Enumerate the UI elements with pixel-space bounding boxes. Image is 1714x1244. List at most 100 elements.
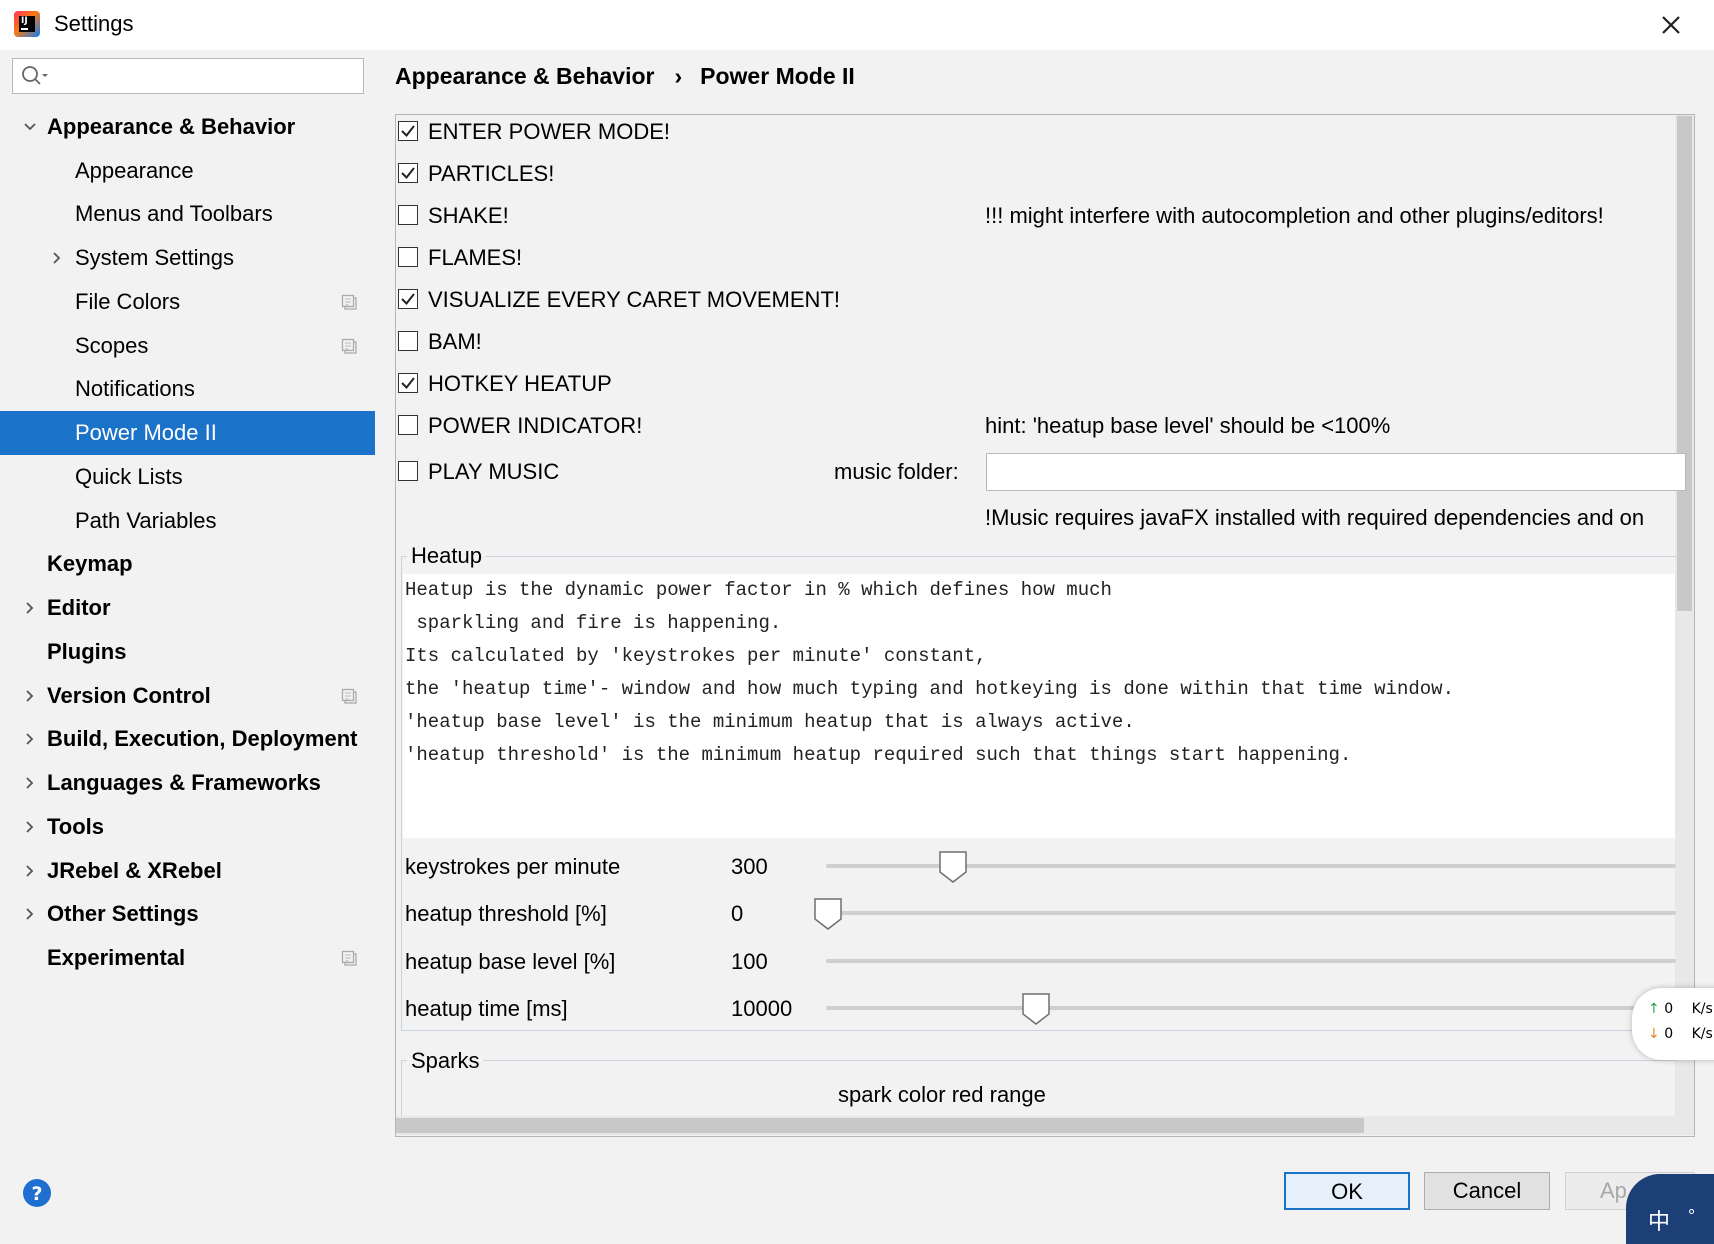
upload-value: 0: [1664, 1001, 1674, 1017]
chevron-right-icon[interactable]: [22, 863, 38, 879]
check-icon: [401, 293, 415, 306]
sidebar-item-plugins[interactable]: Plugins: [0, 630, 375, 674]
sidebar-item-editor[interactable]: Editor: [0, 586, 375, 630]
slider-track-heatup-time[interactable]: [826, 1006, 1676, 1010]
upload-unit: K/s: [1691, 1001, 1713, 1017]
project-settings-icon: [341, 688, 357, 704]
heatup-group-border: [401, 556, 402, 1030]
chevron-right-icon[interactable]: [22, 906, 38, 922]
help-icon[interactable]: ?: [22, 1178, 52, 1208]
intellij-app-icon: IJ: [14, 11, 40, 37]
sidebar-item-jrebel-xrebel[interactable]: JRebel & XRebel: [0, 849, 375, 893]
checkbox[interactable]: [398, 247, 418, 267]
heatup-description-line: 'heatup base level' is the minimum heatu…: [405, 711, 1135, 733]
slider-thumb-keystrokes[interactable]: [938, 850, 968, 884]
sidebar-item-notifications[interactable]: Notifications: [0, 367, 375, 411]
checkbox[interactable]: [398, 205, 418, 225]
project-settings-icon: [341, 338, 357, 354]
title-bar: [0, 0, 1714, 50]
checkbox[interactable]: [398, 373, 418, 393]
sidebar-item-tools[interactable]: Tools: [0, 805, 375, 849]
sidebar-item-power-mode-ii[interactable]: Power Mode II: [0, 411, 375, 455]
sidebar-item-label: JRebel & XRebel: [47, 858, 222, 883]
slider-track-base-level[interactable]: [826, 959, 1676, 963]
checkbox[interactable]: [398, 163, 418, 183]
sidebar-item-label: Languages & Frameworks: [47, 770, 321, 795]
sidebar-item-label: Quick Lists: [75, 464, 183, 489]
sidebar-item-label: System Settings: [75, 245, 234, 270]
sidebar-item-quick-lists[interactable]: Quick Lists: [0, 455, 375, 499]
heatup-description-line: 'heatup threshold' is the minimum heatup…: [405, 744, 1352, 766]
sidebar-item-label: Tools: [47, 814, 105, 839]
chevron-right-icon[interactable]: [22, 688, 38, 704]
checkbox[interactable]: [398, 121, 418, 141]
sidebar-item-file-colors[interactable]: File Colors: [0, 280, 375, 324]
option-label: ENTER POWER MODE!: [428, 119, 671, 144]
option-label: BAM!: [428, 329, 482, 354]
sidebar-item-label: Version Control: [47, 683, 211, 708]
chevron-down-icon[interactable]: [22, 119, 38, 135]
breadcrumb-parent[interactable]: Appearance & Behavior: [395, 63, 654, 89]
sidebar-item-system-settings[interactable]: System Settings: [0, 236, 375, 280]
slider-label-base-level: heatup base level [%]: [405, 949, 616, 974]
ime-character: 中: [1648, 1209, 1671, 1234]
slider-value-base-level: 100: [731, 949, 768, 974]
vertical-scrollbar-thumb[interactable]: [1677, 116, 1692, 611]
checkbox[interactable]: [398, 461, 418, 481]
heatup-description-line: Its calculated by 'keystrokes per minute…: [405, 645, 987, 667]
close-icon[interactable]: [1656, 10, 1686, 40]
sidebar-item-label: Notifications: [75, 376, 195, 401]
sidebar-item-appearance-behavior[interactable]: Appearance & Behavior: [0, 105, 375, 149]
sidebar-item-path-variables[interactable]: Path Variables: [0, 499, 375, 543]
heatup-description-line: Heatup is the dynamic power factor in % …: [405, 579, 1112, 601]
slider-thumb-threshold[interactable]: [813, 897, 843, 931]
sidebar-item-label: Keymap: [47, 551, 133, 576]
sidebar-item-version-control[interactable]: Version Control: [0, 674, 375, 718]
chevron-right-icon[interactable]: [22, 600, 38, 616]
sidebar-item-appearance[interactable]: Appearance: [0, 149, 375, 193]
sidebar-item-menus-toolbars[interactable]: Menus and Toolbars: [0, 192, 375, 236]
sidebar-item-languages-frameworks[interactable]: Languages & Frameworks: [0, 761, 375, 805]
heatup-group-title: Heatup: [407, 541, 486, 571]
option-label: VISUALIZE EVERY CARET MOVEMENT!: [428, 287, 840, 312]
sidebar-item-label: Other Settings: [47, 901, 199, 926]
chevron-right-icon[interactable]: [22, 819, 38, 835]
chevron-right-icon[interactable]: [22, 775, 38, 791]
music-requirement-note: !Music requires javaFX installed with re…: [985, 505, 1645, 530]
horizontal-scrollbar-thumb[interactable]: [396, 1118, 1364, 1133]
sidebar-item-keymap[interactable]: Keymap: [0, 542, 375, 586]
search-icon: [22, 66, 48, 85]
sidebar-item-build-execution-deployment[interactable]: Build, Execution, Deployment: [0, 717, 375, 761]
sidebar-item-scopes[interactable]: Scopes: [0, 324, 375, 368]
download-unit: K/s: [1691, 1026, 1713, 1042]
slider-thumb-heatup-time[interactable]: [1021, 992, 1051, 1026]
spark-red-range-label: spark color red range: [838, 1082, 1046, 1107]
ok-button[interactable]: OK: [1284, 1172, 1410, 1210]
checkbox[interactable]: [398, 331, 418, 351]
sidebar-item-experimental[interactable]: Experimental: [0, 936, 375, 980]
slider-track-threshold[interactable]: [826, 911, 1676, 915]
checkbox[interactable]: [398, 289, 418, 309]
ime-indicator[interactable]: 中 °: [1626, 1174, 1714, 1244]
breadcrumb-separator: ›: [674, 63, 683, 89]
sparks-group-border: [401, 1060, 1677, 1061]
user-icon: °: [1688, 1206, 1696, 1226]
sidebar-item-other-settings[interactable]: Other Settings: [0, 892, 375, 936]
heatup-description-line: sparkling and fire is happening.: [405, 612, 782, 634]
upload-speed: ↑ 0 K/s: [1648, 998, 1713, 1020]
music-folder-input[interactable]: [986, 453, 1686, 491]
heatup-description-line: the 'heatup time'- window and how much t…: [405, 678, 1454, 700]
sparks-group-title: Sparks: [407, 1046, 484, 1076]
slider-label-heatup-time: heatup time [ms]: [405, 996, 568, 1021]
sidebar-item-label: Appearance & Behavior: [47, 114, 296, 139]
settings-search-input[interactable]: [12, 58, 364, 94]
sidebar-item-label: Power Mode II: [75, 420, 217, 445]
cancel-button[interactable]: Cancel: [1424, 1172, 1550, 1210]
sidebar-item-label: Experimental: [47, 945, 186, 970]
option-label: FLAMES!: [428, 245, 523, 270]
chevron-right-icon[interactable]: [22, 731, 38, 747]
chevron-right-icon[interactable]: [49, 250, 65, 266]
music-folder-label: music folder:: [834, 459, 959, 484]
project-settings-icon: [341, 950, 357, 966]
checkbox[interactable]: [398, 415, 418, 435]
